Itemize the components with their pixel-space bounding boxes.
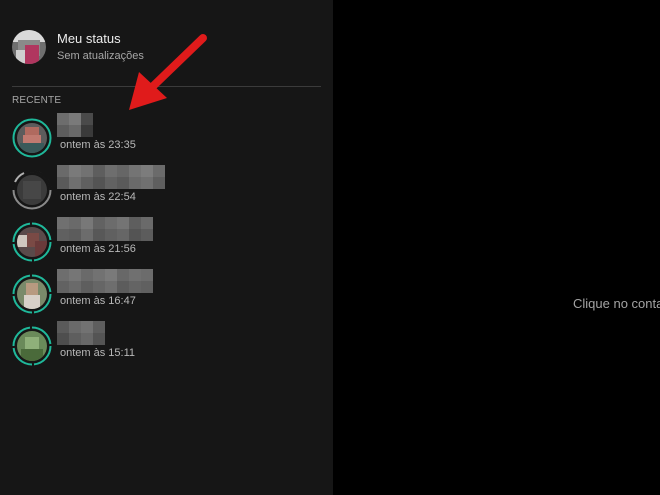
status-time: ontem às 23:35 xyxy=(60,139,136,151)
status-item[interactable]: ontem às 23:35 xyxy=(12,113,312,158)
my-status-title: Meu status xyxy=(57,31,121,46)
status-time: ontem às 22:54 xyxy=(60,191,136,203)
status-ring xyxy=(12,118,52,158)
recent-section-label: RECENTE xyxy=(12,95,62,106)
contact-name-blurred xyxy=(57,165,165,189)
contact-name-blurred xyxy=(57,321,105,345)
status-time: ontem às 21:56 xyxy=(60,243,136,255)
avatar xyxy=(17,227,47,257)
status-ring xyxy=(12,170,52,210)
status-ring xyxy=(12,222,52,262)
status-time: ontem às 15:11 xyxy=(60,347,136,359)
contact-name-blurred xyxy=(57,113,93,137)
status-item[interactable]: ontem às 22:54 xyxy=(12,165,312,210)
avatar xyxy=(17,123,47,153)
avatar xyxy=(17,279,47,309)
my-avatar xyxy=(12,30,46,64)
status-time: ontem às 16:47 xyxy=(60,295,136,307)
status-ring xyxy=(12,326,52,366)
status-item[interactable]: ontem às 21:56 xyxy=(12,217,312,262)
avatar xyxy=(17,175,47,205)
avatar xyxy=(17,331,47,361)
status-item[interactable]: ontem às 15:11 xyxy=(12,321,312,366)
contact-name-blurred xyxy=(57,217,153,241)
red-arrow-icon xyxy=(129,34,207,110)
main-placeholder-message: Clique no conta xyxy=(573,296,660,311)
status-sidebar: Meu status Sem atualizações RECENTE onte… xyxy=(0,0,333,495)
status-item[interactable]: ontem às 16:47 xyxy=(12,269,312,314)
status-ring xyxy=(12,274,52,314)
contact-name-blurred xyxy=(57,269,153,293)
